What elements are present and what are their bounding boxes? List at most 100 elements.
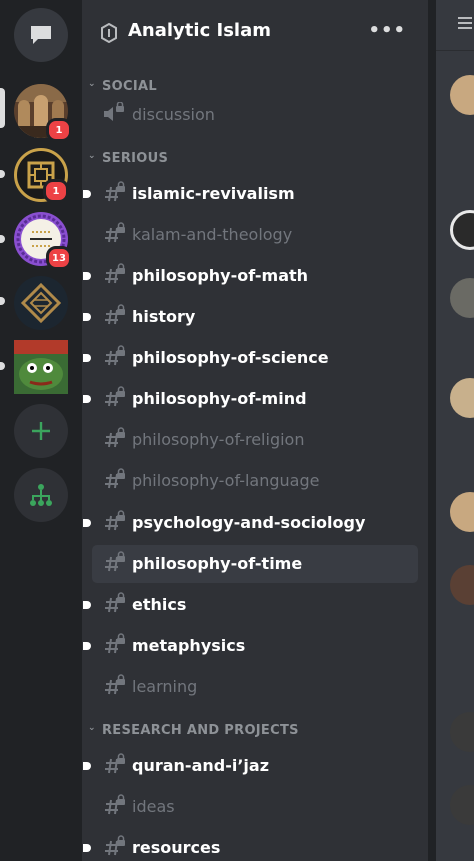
category-header[interactable]: ⌄ SOCIAL	[88, 79, 157, 94]
unread-pill	[0, 297, 5, 305]
hash-lock-icon	[105, 427, 125, 448]
unread-indicator	[83, 519, 91, 527]
category-header[interactable]: ⌄ RESEARCH AND PROJECTS	[88, 723, 299, 738]
channel-name: philosophy-of-religion	[132, 430, 305, 449]
server-icon-mosque[interactable]: 1	[14, 84, 72, 142]
server-boost-icon	[101, 23, 117, 43]
channel-item[interactable]: philosophy-of-mind	[83, 380, 418, 418]
unread-pill	[0, 362, 5, 370]
hash-lock-icon	[105, 633, 125, 654]
user-avatar[interactable]	[450, 75, 474, 115]
speaker-lock-icon	[104, 102, 124, 121]
add-server-button[interactable]	[14, 404, 68, 458]
hash-lock-icon	[105, 510, 125, 531]
channel-name: islamic-revivalism	[132, 184, 295, 203]
server-rail: 1 1 13	[0, 0, 82, 861]
user-avatar[interactable]	[450, 378, 474, 418]
channel-item[interactable]: discussion	[92, 96, 418, 134]
server-icon-hadith[interactable]: 13	[14, 212, 72, 270]
user-avatar[interactable]	[450, 492, 474, 532]
user-avatar[interactable]	[450, 785, 474, 825]
server-header[interactable]: Analytic Islam •••	[82, 0, 428, 64]
category-label: RESEARCH AND PROJECTS	[102, 723, 299, 738]
unread-indicator	[83, 601, 91, 609]
hash-lock-icon	[105, 794, 125, 815]
user-avatar[interactable]	[450, 278, 474, 318]
channel-name: psychology-and-sociology	[132, 513, 366, 532]
unread-indicator	[83, 313, 91, 321]
menu-icon	[458, 17, 472, 29]
chevron-down-icon: ⌄	[88, 723, 96, 733]
channel-name: ethics	[132, 595, 187, 614]
hash-lock-icon	[105, 345, 125, 366]
channel-item[interactable]: islamic-revivalism	[83, 175, 418, 213]
channel-list-panel: Analytic Islam ••• ⌄ SOCIAL discussion ⌄ SER…	[82, 0, 428, 861]
unread-indicator	[83, 272, 91, 280]
channel-item[interactable]: kalam-and-theology	[92, 216, 418, 254]
unread-indicator	[83, 395, 91, 403]
server-name: Analytic Islam	[128, 20, 271, 41]
hash-lock-icon	[105, 592, 125, 613]
hash-lock-icon	[105, 551, 125, 572]
channel-item[interactable]: ethics	[83, 586, 418, 624]
user-avatar[interactable]	[450, 565, 474, 605]
category-label: SOCIAL	[102, 79, 157, 94]
channel-name: ideas	[132, 797, 175, 816]
channel-name: philosophy-of-science	[132, 348, 329, 367]
unread-pill	[0, 235, 5, 243]
channel-name: quran-and-i’jaz	[132, 756, 269, 775]
channel-name: philosophy-of-mind	[132, 389, 307, 408]
channel-name: learning	[132, 677, 198, 696]
hash-lock-icon	[105, 753, 125, 774]
hash-lock-icon	[105, 222, 125, 243]
channel-item[interactable]: history	[83, 298, 418, 336]
unread-indicator	[83, 190, 91, 198]
explore-servers-button[interactable]	[14, 468, 68, 522]
mention-badge: 1	[43, 179, 69, 203]
channel-item[interactable]: philosophy-of-religion	[92, 421, 418, 459]
channel-item[interactable]: quran-and-i’jaz	[83, 747, 418, 785]
server-icon-geometric[interactable]	[14, 276, 68, 330]
unread-pill	[0, 170, 5, 178]
explore-servers-icon	[30, 484, 52, 506]
channel-item[interactable]: resources	[83, 829, 418, 861]
mention-badge: 1	[46, 118, 72, 142]
hash-lock-icon	[105, 835, 125, 856]
direct-messages-button[interactable]	[14, 8, 68, 62]
hash-lock-icon	[105, 181, 125, 202]
server-icon-calligraphy[interactable]: 1	[14, 148, 69, 203]
unread-indicator	[83, 762, 91, 770]
channel-item[interactable]: philosophy-of-science	[83, 339, 418, 377]
server-icon-pepe[interactable]	[14, 340, 68, 394]
chat-bubble-icon	[31, 26, 51, 44]
mention-badge: 13	[46, 246, 72, 270]
frog-avatar-image	[14, 340, 68, 394]
hash-lock-icon	[105, 674, 125, 695]
category-header[interactable]: ⌄ SERIOUS	[88, 151, 168, 166]
channel-name: philosophy-of-math	[132, 266, 309, 285]
unread-indicator	[83, 642, 91, 650]
channel-name: resources	[132, 838, 221, 857]
channel-item[interactable]: learning	[92, 668, 418, 706]
channel-item[interactable]: psychology-and-sociology	[83, 504, 418, 542]
hash-lock-icon	[105, 386, 125, 407]
more-options-icon[interactable]: •••	[368, 20, 406, 41]
channel-item[interactable]: metaphysics	[83, 627, 418, 665]
hash-lock-icon	[105, 304, 125, 325]
user-avatar[interactable]	[450, 712, 474, 752]
channel-item[interactable]: ideas	[92, 788, 418, 826]
user-avatar[interactable]	[450, 210, 474, 250]
chat-header	[436, 0, 474, 51]
channel-item[interactable]: philosophy-of-math	[83, 257, 418, 295]
add-server-icon	[32, 422, 50, 440]
channel-name: philosophy-of-time	[132, 554, 303, 573]
channel-item[interactable]: philosophy-of-time	[92, 545, 418, 583]
hash-lock-icon	[105, 468, 125, 489]
channel-name: kalam-and-theology	[132, 225, 293, 244]
channel-name: history	[132, 307, 196, 326]
channel-name: discussion	[132, 105, 215, 124]
geometric-emblem	[20, 282, 62, 324]
selected-server-pill	[0, 88, 5, 128]
channel-item[interactable]: philosophy-of-language	[92, 462, 418, 500]
unread-indicator	[83, 844, 91, 852]
